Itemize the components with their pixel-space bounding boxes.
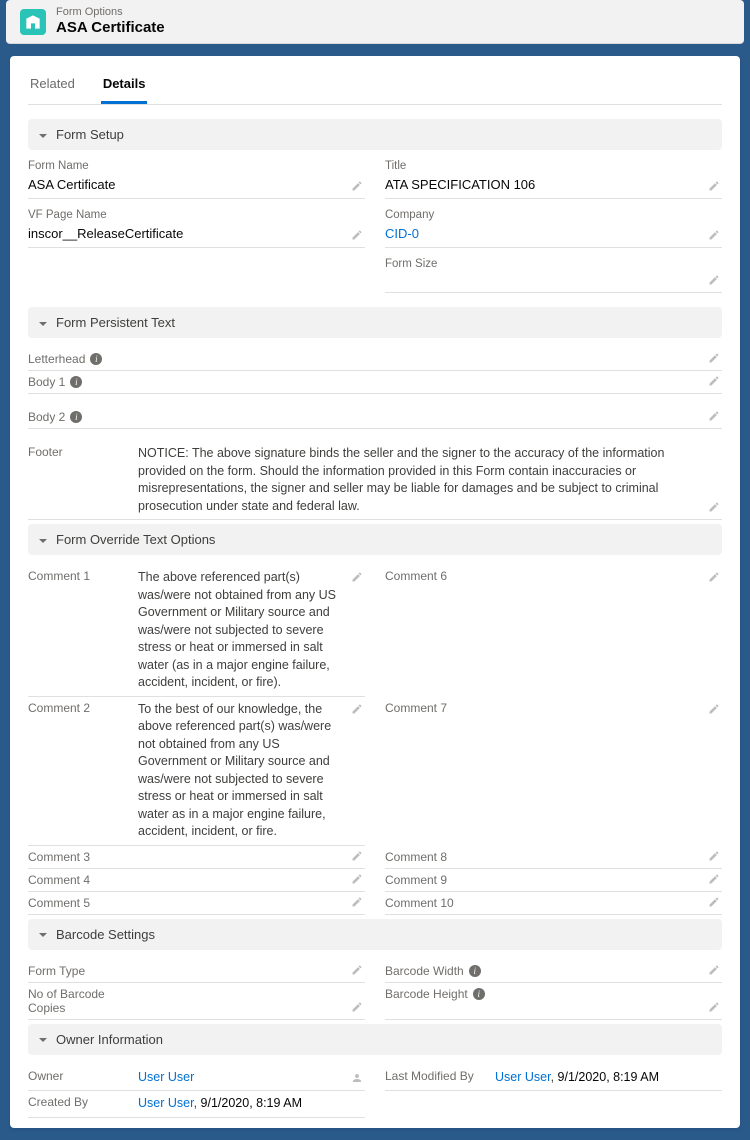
pencil-icon[interactable] — [708, 229, 720, 241]
change-owner-icon[interactable] — [351, 1072, 363, 1084]
chevron-down-icon — [38, 1034, 48, 1044]
field-comment8: Comment 8 — [385, 846, 722, 869]
pencil-icon[interactable] — [708, 896, 720, 908]
pencil-icon[interactable] — [708, 873, 720, 885]
pencil-icon[interactable] — [708, 850, 720, 862]
field-comment10: Comment 10 — [385, 892, 722, 915]
owner-user-link[interactable]: User User — [138, 1070, 194, 1084]
info-icon[interactable]: i — [469, 965, 481, 977]
tabs: Related Details — [28, 66, 722, 105]
pencil-icon[interactable] — [351, 964, 363, 976]
field-barcode-width: Barcode Widthi — [385, 960, 722, 983]
pencil-icon[interactable] — [351, 896, 363, 908]
field-title: Title ATA SPECIFICATION 106 — [385, 160, 722, 199]
field-comment4: Comment 4 — [28, 869, 365, 892]
section-persistent-text[interactable]: Form Persistent Text — [28, 307, 722, 338]
field-comment7: Comment 7 — [385, 697, 722, 846]
company-link[interactable]: CID-0 — [385, 226, 419, 241]
field-letterhead: Letterheadi — [28, 348, 722, 371]
page-title: ASA Certificate — [56, 19, 165, 37]
pencil-icon[interactable] — [351, 180, 363, 192]
section-owner[interactable]: Owner Information — [28, 1024, 722, 1055]
field-comment6: Comment 6 — [385, 565, 722, 697]
field-created-by: Created By User User, 9/1/2020, 8:19 AM — [28, 1091, 365, 1118]
field-body2: Body 2i — [28, 406, 722, 429]
field-comment1: Comment 1 The above referenced part(s) w… — [28, 565, 365, 697]
field-comment9: Comment 9 — [385, 869, 722, 892]
page-kicker: Form Options — [56, 6, 165, 19]
chevron-down-icon — [38, 318, 48, 328]
tab-details[interactable]: Details — [101, 66, 148, 104]
pencil-icon[interactable] — [708, 352, 720, 364]
modified-user-link[interactable]: User User — [495, 1070, 551, 1084]
pencil-icon[interactable] — [708, 375, 720, 387]
created-user-link[interactable]: User User — [138, 1096, 194, 1110]
field-company: Company CID-0 — [385, 209, 722, 248]
pencil-icon[interactable] — [708, 410, 720, 422]
field-body1: Body 1i — [28, 371, 722, 394]
field-owner: Owner User User — [28, 1065, 365, 1092]
pencil-icon[interactable] — [351, 1001, 363, 1013]
tab-related[interactable]: Related — [28, 66, 77, 104]
section-form-setup[interactable]: Form Setup — [28, 119, 722, 150]
pencil-icon[interactable] — [351, 571, 363, 583]
field-footer: Footer NOTICE: The above signature binds… — [28, 441, 722, 520]
pencil-icon[interactable] — [708, 571, 720, 583]
field-form-name: Form Name ASA Certificate — [28, 160, 365, 199]
pencil-icon[interactable] — [708, 703, 720, 715]
field-comment3: Comment 3 — [28, 846, 365, 869]
pencil-icon[interactable] — [708, 180, 720, 192]
pencil-icon[interactable] — [708, 274, 720, 286]
pencil-icon[interactable] — [708, 501, 720, 513]
field-form-type: Form Type — [28, 960, 365, 983]
field-barcode-copies: No of Barcode Copies — [28, 983, 365, 1020]
field-barcode-height: Barcode Heighti — [385, 983, 722, 1020]
pencil-icon[interactable] — [708, 964, 720, 976]
info-icon[interactable]: i — [70, 411, 82, 423]
chevron-down-icon — [38, 130, 48, 140]
pencil-icon[interactable] — [351, 703, 363, 715]
pencil-icon[interactable] — [708, 1001, 720, 1013]
pencil-icon[interactable] — [351, 873, 363, 885]
pencil-icon[interactable] — [351, 850, 363, 862]
field-vf-page: VF Page Name inscor__ReleaseCertificate — [28, 209, 365, 248]
section-override[interactable]: Form Override Text Options — [28, 524, 722, 555]
chevron-down-icon — [38, 929, 48, 939]
info-icon[interactable]: i — [70, 376, 82, 388]
info-icon[interactable]: i — [90, 353, 102, 365]
section-barcode[interactable]: Barcode Settings — [28, 919, 722, 950]
field-comment5: Comment 5 — [28, 892, 365, 915]
chevron-down-icon — [38, 535, 48, 545]
field-last-modified: Last Modified By User User, 9/1/2020, 8:… — [385, 1065, 722, 1092]
page-header: Form Options ASA Certificate — [6, 0, 744, 44]
pencil-icon[interactable] — [351, 229, 363, 241]
field-form-size: Form Size — [385, 258, 722, 293]
form-options-icon — [20, 9, 46, 35]
info-icon[interactable]: i — [473, 988, 485, 1000]
details-card: Related Details Form Setup Form Name ASA… — [10, 56, 740, 1128]
field-comment2: Comment 2 To the best of our knowledge, … — [28, 697, 365, 846]
